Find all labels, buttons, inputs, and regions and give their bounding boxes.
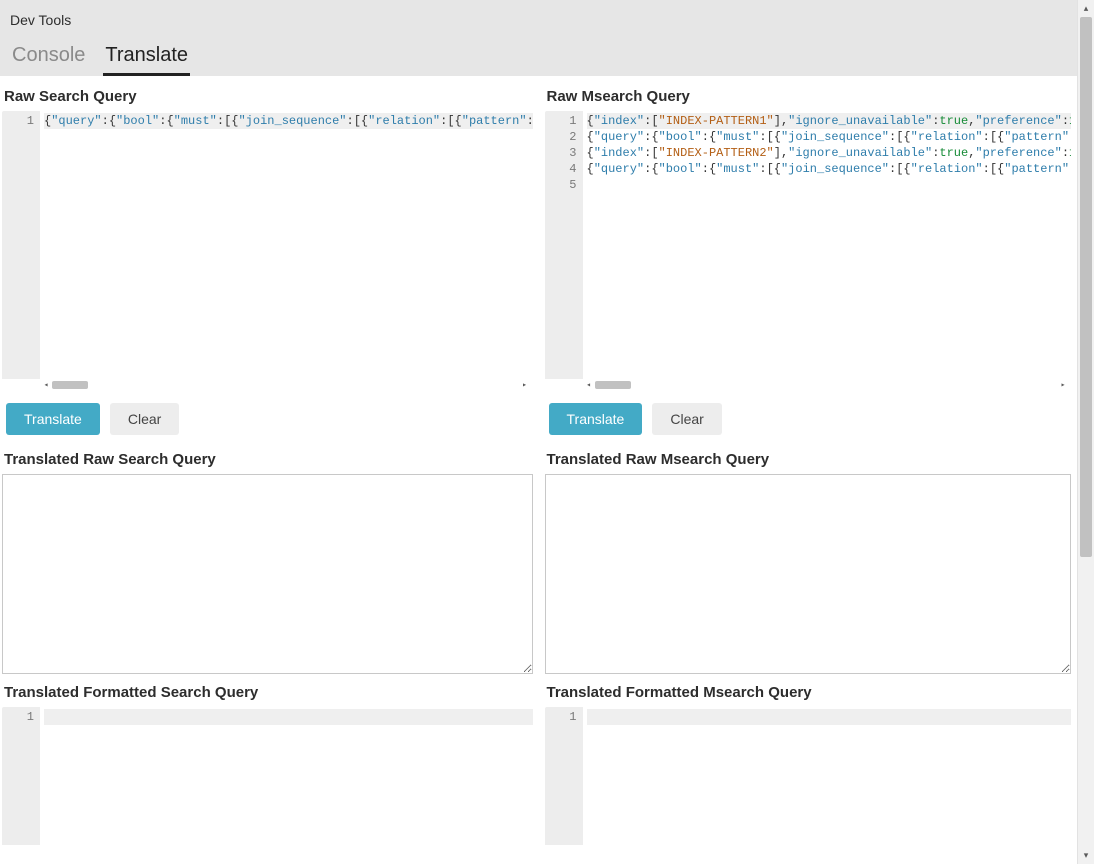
raw-search-gutter: 1: [2, 111, 40, 379]
raw-search-editor[interactable]: 1 {"query":{"bool":{"must":[{"join_seque…: [2, 111, 533, 391]
translated-formatted-msearch-editor[interactable]: 1: [545, 707, 1072, 857]
raw-msearch-code[interactable]: {"index":["INDEX-PATTERN1"],"ignore_unav…: [583, 111, 1072, 379]
translate-button[interactable]: Translate: [549, 403, 643, 435]
right-column: Raw Msearch Query 12345 {"index":["INDEX…: [539, 76, 1078, 864]
app-root: Dev Tools Console Translate Raw Search Q…: [0, 0, 1094, 864]
translated-raw-search-title: Translated Raw Search Query: [2, 447, 533, 474]
translated-raw-search-textarea[interactable]: [2, 474, 533, 674]
tab-translate[interactable]: Translate: [103, 38, 190, 76]
raw-msearch-editor[interactable]: 12345 {"index":["INDEX-PATTERN1"],"ignor…: [545, 111, 1072, 391]
raw-msearch-hscroll[interactable]: ◂ ▸: [583, 379, 1070, 391]
app-title: Dev Tools: [10, 8, 1067, 38]
left-column: Raw Search Query 1 {"query":{"bool":{"mu…: [0, 76, 539, 864]
translated-formatted-msearch-gutter: 1: [545, 707, 583, 845]
hscroll-thumb[interactable]: [52, 381, 88, 389]
translated-raw-msearch-title: Translated Raw Msearch Query: [545, 447, 1072, 474]
translated-formatted-search-code[interactable]: [40, 707, 533, 845]
scroll-left-icon[interactable]: ◂: [583, 379, 595, 391]
translated-formatted-search-editor[interactable]: 1: [2, 707, 533, 857]
raw-search-hscroll[interactable]: ◂ ▸: [40, 379, 531, 391]
translated-formatted-search-title: Translated Formatted Search Query: [2, 680, 533, 707]
translated-formatted-msearch-code[interactable]: [583, 707, 1072, 845]
hscroll-thumb[interactable]: [595, 381, 631, 389]
right-button-row: Translate Clear: [545, 391, 1072, 447]
scroll-up-icon[interactable]: ▴: [1078, 0, 1094, 17]
clear-button[interactable]: Clear: [110, 403, 179, 435]
clear-button[interactable]: Clear: [652, 403, 721, 435]
tab-console[interactable]: Console: [10, 38, 87, 76]
vscroll-thumb[interactable]: [1080, 17, 1092, 557]
page-vertical-scrollbar[interactable]: ▴ ▾: [1077, 0, 1094, 864]
raw-search-title: Raw Search Query: [2, 84, 533, 111]
scroll-left-icon[interactable]: ◂: [40, 379, 52, 391]
raw-msearch-gutter: 12345: [545, 111, 583, 379]
scroll-right-icon[interactable]: ▸: [519, 379, 531, 391]
scroll-right-icon[interactable]: ▸: [1057, 379, 1069, 391]
translate-button[interactable]: Translate: [6, 403, 100, 435]
translated-formatted-search-gutter: 1: [2, 707, 40, 845]
translated-formatted-msearch-title: Translated Formatted Msearch Query: [545, 680, 1072, 707]
hscroll-track[interactable]: [52, 380, 519, 390]
content-wrap: Dev Tools Console Translate Raw Search Q…: [0, 0, 1077, 864]
tabs: Console Translate: [10, 38, 1067, 76]
scroll-down-icon[interactable]: ▾: [1078, 847, 1094, 864]
left-button-row: Translate Clear: [2, 391, 533, 447]
vscroll-track[interactable]: [1078, 17, 1094, 847]
header-zone: Dev Tools Console Translate: [0, 0, 1077, 76]
panels: Raw Search Query 1 {"query":{"bool":{"mu…: [0, 76, 1077, 864]
raw-msearch-title: Raw Msearch Query: [545, 84, 1072, 111]
hscroll-track[interactable]: [595, 380, 1058, 390]
raw-search-code[interactable]: {"query":{"bool":{"must":[{"join_sequenc…: [40, 111, 533, 379]
translated-raw-msearch-textarea[interactable]: [545, 474, 1072, 674]
